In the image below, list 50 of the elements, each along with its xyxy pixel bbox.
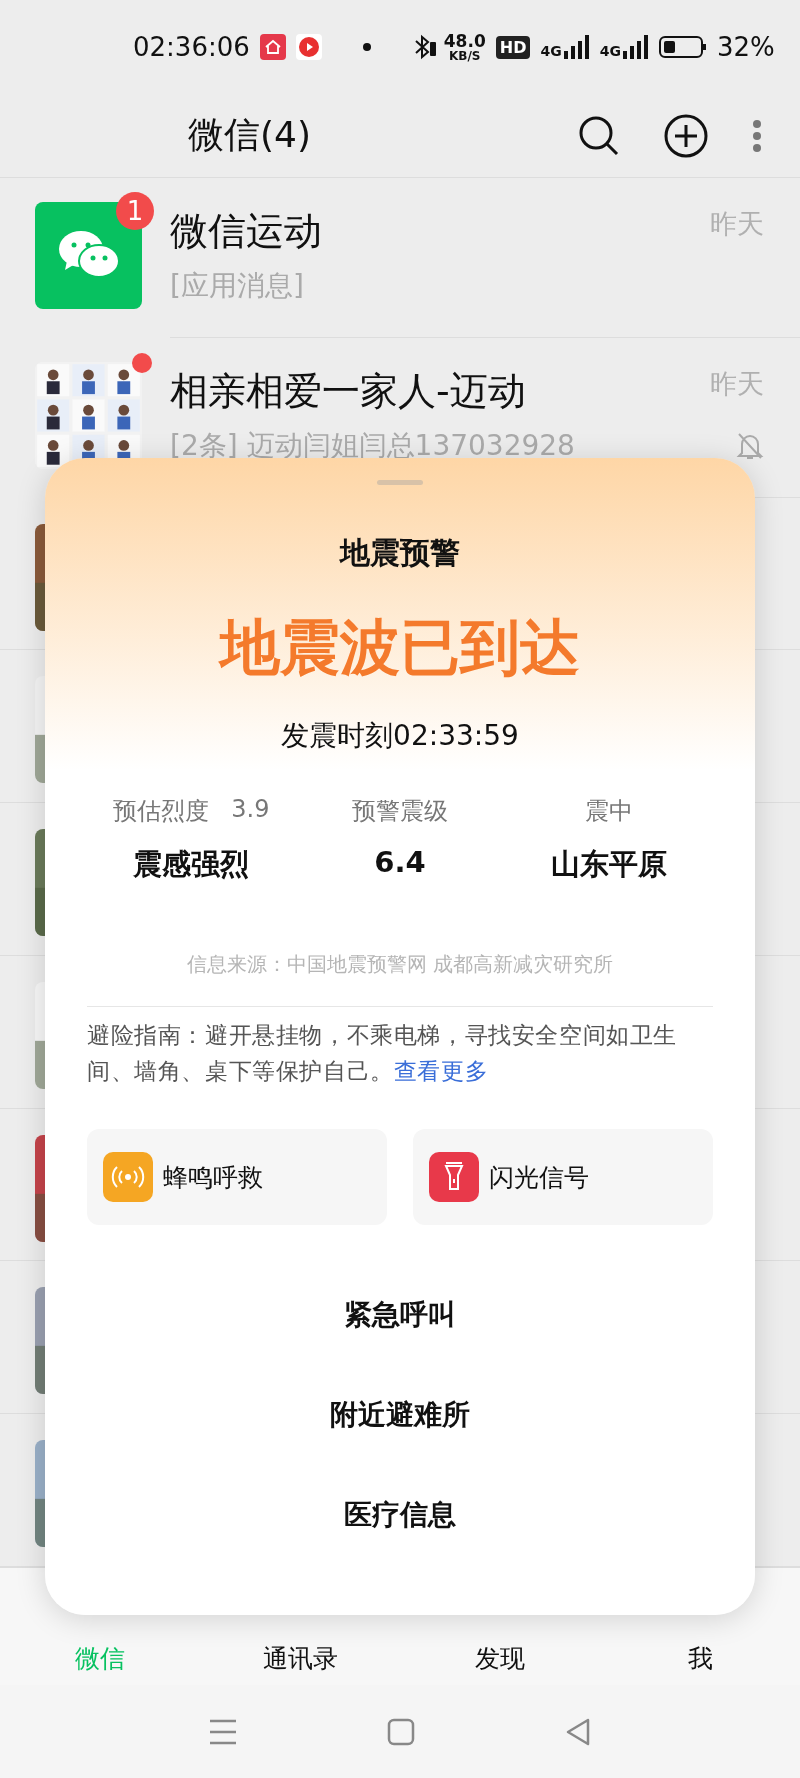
- unread-badge: 1: [116, 191, 154, 230]
- network-type: 4G: [540, 43, 562, 60]
- action-button[interactable]: 医疗信息: [87, 1465, 713, 1565]
- chat-preview: [应用消息]: [170, 267, 304, 304]
- chat-time: 昨天: [710, 366, 764, 401]
- hd-indicator: HD: [495, 35, 531, 59]
- screen-title: 微信(4): [188, 113, 311, 158]
- tool-button[interactable]: 蜂鸣呼救: [87, 1129, 387, 1225]
- stat-label: 震中: [584, 796, 633, 827]
- stat-value: 6.4: [374, 845, 426, 879]
- add-icon[interactable]: [664, 113, 708, 158]
- home-icon[interactable]: [387, 1717, 415, 1746]
- stat-label: 预警震级: [352, 796, 448, 827]
- action-button[interactable]: 紧急呼叫: [87, 1265, 713, 1365]
- video-app-icon: [295, 34, 322, 61]
- stat-extra: 3.9: [231, 795, 270, 825]
- safety-guide: 避险指南：避开悬挂物，不乘电梯，寻找安全空间如卫生间、墙角、桌下等保护自己。查看更多: [87, 1021, 678, 1086]
- chat-title: 微信运动: [170, 207, 322, 255]
- see-more-link[interactable]: 查看更多: [393, 1058, 489, 1084]
- tool-button[interactable]: 闪光信号: [413, 1129, 713, 1225]
- info-source: 信息来源：中国地震预警网 成都高新减灾研究所: [186, 951, 614, 978]
- stat-value: 山东平原: [550, 846, 667, 883]
- alert-headline: 地震波已到达: [220, 611, 580, 684]
- stat-value: 震感强烈: [133, 846, 250, 883]
- menu-icon[interactable]: [209, 1718, 237, 1745]
- chat-title: 相亲相爱一家人-迈动: [170, 367, 526, 415]
- dot-icon: [361, 42, 372, 53]
- home-app-icon: [259, 34, 286, 61]
- action-button[interactable]: 附近避难所: [87, 1365, 713, 1465]
- status-time: 02:36:06: [133, 32, 250, 63]
- search-icon[interactable]: [578, 114, 620, 157]
- nav-tab[interactable]: 我: [687, 1642, 713, 1676]
- drag-handle[interactable]: [377, 480, 423, 485]
- stat-label: 预估烈度: [113, 796, 210, 827]
- alert-title: 地震预警: [340, 534, 460, 572]
- network-type: 4G: [599, 43, 621, 60]
- nav-tab[interactable]: 发现: [475, 1642, 525, 1676]
- quake-time: 发震时刻02:33:59: [281, 718, 519, 754]
- back-icon[interactable]: [565, 1717, 591, 1746]
- network-speed: 48.0: [443, 32, 486, 50]
- unread-dot: [132, 352, 152, 373]
- more-icon[interactable]: [752, 118, 762, 153]
- signal-icon: [563, 35, 590, 60]
- chat-row[interactable]: 1 微信运动 昨天 [应用消息]: [0, 177, 800, 338]
- chat-time: 昨天: [710, 206, 764, 241]
- battery-level: 32%: [716, 32, 775, 63]
- signal-icon: [622, 35, 649, 60]
- battery-icon: [658, 35, 707, 60]
- speed-unit: KB/S: [449, 49, 481, 62]
- nav-tab[interactable]: 通讯录: [262, 1642, 338, 1676]
